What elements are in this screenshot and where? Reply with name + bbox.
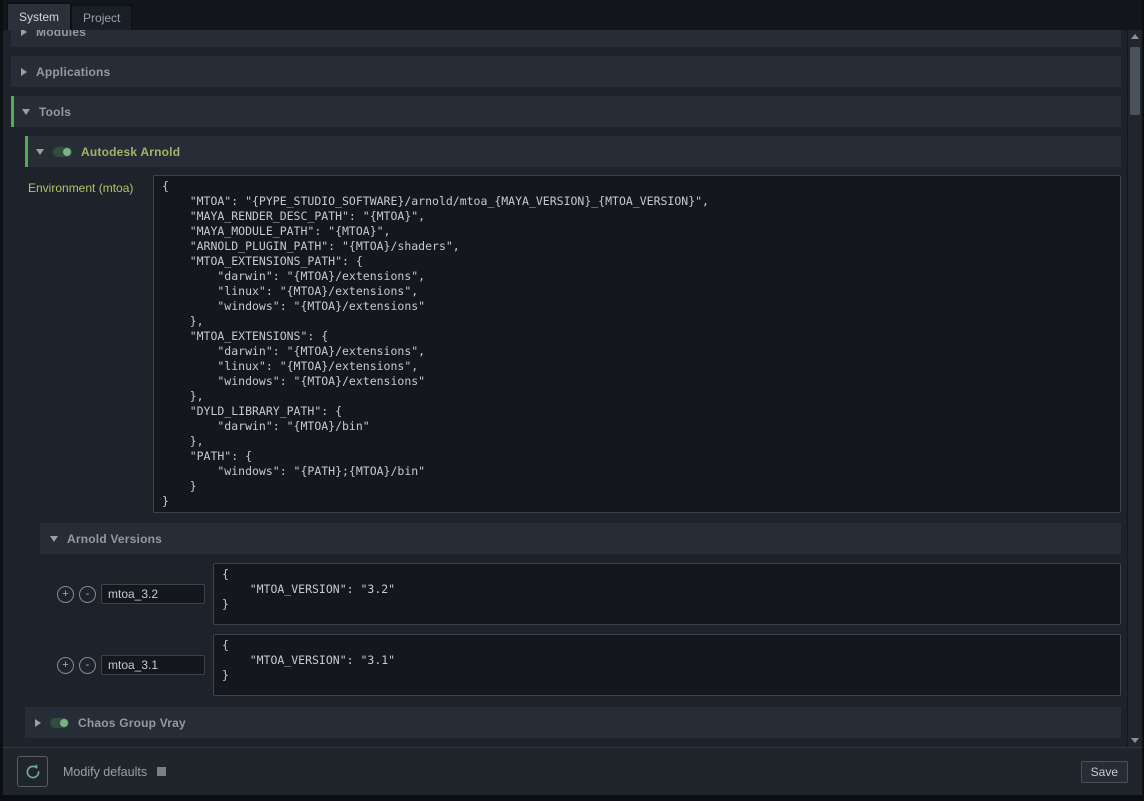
tab-project[interactable]: Project bbox=[71, 5, 132, 30]
remove-version-button[interactable]: - bbox=[79, 657, 96, 674]
scrollbar-up-button[interactable] bbox=[1128, 30, 1142, 43]
version-name-input[interactable] bbox=[101, 584, 205, 604]
group-header-autodesk-arnold[interactable]: Autodesk Arnold bbox=[25, 136, 1121, 167]
remove-version-button[interactable]: - bbox=[79, 586, 96, 603]
tab-system[interactable]: System bbox=[7, 3, 71, 30]
section-header-tools[interactable]: Tools bbox=[11, 96, 1121, 127]
group-chaos-vray: Chaos Group Vray bbox=[25, 707, 1121, 738]
environment-json-editor[interactable]: { "MTOA": "{PYPE_STUDIO_SOFTWARE}/arnold… bbox=[153, 175, 1121, 513]
version-json-editor[interactable]: { "MTOA_VERSION": "3.1" } bbox=[213, 634, 1121, 696]
group-title-chaos-vray: Chaos Group Vray bbox=[78, 716, 186, 730]
footer-bar: Modify defaults Save bbox=[3, 747, 1142, 795]
group-autodesk-arnold: Autodesk Arnold Environment (mtoa) { "MT… bbox=[25, 136, 1121, 696]
tab-system-label: System bbox=[19, 10, 59, 24]
group-header-chaos-vray[interactable]: Chaos Group Vray bbox=[25, 707, 1121, 738]
section-title-applications: Applications bbox=[36, 65, 110, 79]
vray-enabled-toggle-icon[interactable] bbox=[50, 718, 69, 728]
expanded-arrow-icon bbox=[36, 149, 44, 155]
version-name-input[interactable] bbox=[101, 655, 205, 675]
modify-defaults-label: Modify defaults bbox=[63, 765, 147, 779]
vertical-scrollbar[interactable] bbox=[1127, 30, 1142, 747]
add-version-button[interactable]: + bbox=[57, 586, 74, 603]
refresh-icon bbox=[24, 763, 42, 781]
tab-project-label: Project bbox=[83, 11, 120, 25]
section-modules: Modules bbox=[11, 30, 1121, 47]
scrollbar-down-button[interactable] bbox=[1128, 734, 1142, 747]
scroll-down-arrow-icon bbox=[1131, 738, 1139, 743]
environment-field-row: Environment (mtoa) { "MTOA": "{PYPE_STUD… bbox=[25, 175, 1121, 513]
scrollbar-track[interactable] bbox=[1128, 43, 1142, 734]
collapsed-arrow-icon bbox=[21, 30, 27, 36]
environment-label: Environment (mtoa) bbox=[28, 175, 153, 513]
expanded-arrow-icon bbox=[50, 536, 58, 542]
version-json-editor[interactable]: { "MTOA_VERSION": "3.2" } bbox=[213, 563, 1121, 625]
version-row-mtoa-3-2: + - { "MTOA_VERSION": "3.2" } bbox=[40, 563, 1121, 625]
section-header-applications[interactable]: Applications bbox=[11, 56, 1121, 87]
section-arnold-versions: Arnold Versions + - { "MTOA_VERSION": "3… bbox=[40, 523, 1121, 696]
save-button[interactable]: Save bbox=[1081, 761, 1128, 783]
version-row-mtoa-3-1: + - { "MTOA_VERSION": "3.1" } bbox=[40, 634, 1121, 696]
section-applications: Applications bbox=[11, 56, 1121, 87]
section-title-tools: Tools bbox=[39, 105, 71, 119]
settings-scroll-content: Modules Applications Tools bbox=[11, 30, 1121, 738]
section-header-arnold-versions[interactable]: Arnold Versions bbox=[40, 523, 1121, 554]
collapsed-arrow-icon bbox=[35, 719, 41, 727]
section-title-arnold-versions: Arnold Versions bbox=[67, 532, 162, 546]
settings-scroll-area: Modules Applications Tools bbox=[3, 30, 1127, 747]
group-title-autodesk-arnold: Autodesk Arnold bbox=[81, 145, 180, 159]
scroll-up-arrow-icon bbox=[1131, 34, 1139, 39]
section-tools: Tools Autodesk Arnold Environmen bbox=[11, 96, 1121, 738]
arnold-enabled-toggle-icon[interactable] bbox=[53, 147, 72, 157]
tools-section-body: Autodesk Arnold Environment (mtoa) { "MT… bbox=[11, 136, 1121, 738]
modify-defaults-checkbox[interactable] bbox=[157, 767, 166, 776]
tab-bar: System Project bbox=[3, 0, 1142, 30]
refresh-button[interactable] bbox=[17, 756, 48, 787]
collapsed-arrow-icon bbox=[21, 68, 27, 76]
add-version-button[interactable]: + bbox=[57, 657, 74, 674]
arnold-versions-body: + - { "MTOA_VERSION": "3.2" } + - bbox=[40, 563, 1121, 696]
expanded-arrow-icon bbox=[22, 109, 30, 115]
arnold-group-body: Environment (mtoa) { "MTOA": "{PYPE_STUD… bbox=[25, 175, 1121, 696]
section-title-modules: Modules bbox=[36, 30, 86, 39]
scrollbar-thumb[interactable] bbox=[1130, 47, 1140, 115]
settings-main: Modules Applications Tools bbox=[3, 30, 1142, 747]
section-header-modules[interactable]: Modules bbox=[11, 30, 1121, 47]
settings-window: System Project Modules Applications bbox=[0, 0, 1144, 801]
